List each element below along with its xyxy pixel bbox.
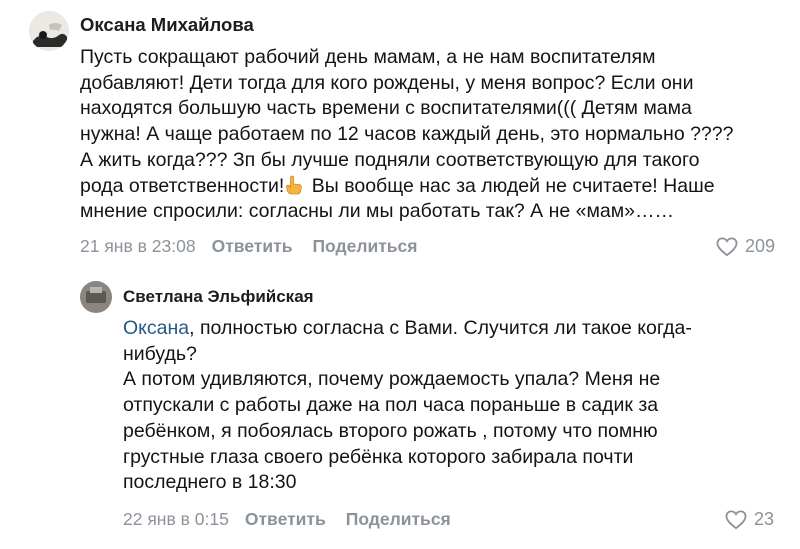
share-button[interactable]: Поделиться <box>312 236 417 257</box>
comment-text-line: нужна! А чаще работаем по 12 часов кажды… <box>80 123 734 146</box>
comment-date[interactable]: 21 янв в 23:08 <box>80 236 196 257</box>
comment-text-line: нибудь? <box>123 342 197 365</box>
comment-text-line: мнение спросили: согласны ли мы работать… <box>80 200 674 223</box>
heart-outline-icon <box>716 236 738 256</box>
like-count: 209 <box>744 236 775 256</box>
pointing-hand-icon <box>286 175 303 194</box>
comment-text: Оксана, полностью согласна с Вами. Случи… <box>123 316 743 496</box>
comment-text-line: грустные глаза своего ребёнка которого з… <box>123 445 634 468</box>
avatar-image <box>29 11 69 51</box>
comment-text-line: А потом удивляются, почему рождаемость у… <box>123 368 661 391</box>
like-button[interactable]: 209 <box>716 236 775 257</box>
share-button[interactable]: Поделиться <box>346 509 451 530</box>
reply-button[interactable]: Ответить <box>245 509 326 530</box>
comment-meta: 21 янв в 23:08 Ответить Поделиться <box>80 236 438 257</box>
comment-text-line: добавляют! Дети тогда для кого рождены, … <box>80 71 694 94</box>
like-button[interactable]: 23 <box>725 509 774 530</box>
like-count: 23 <box>753 509 774 529</box>
comment-text-fragment: , полностью согласна с Вами. Случится ли… <box>189 317 692 339</box>
reply-comment: Светлана Эльфийская Оксана, полностью со… <box>80 278 800 549</box>
comment-date[interactable]: 22 янв в 0:15 <box>123 509 229 530</box>
comment-text-line: рода ответственности! Вы вообще нас за л… <box>80 174 780 200</box>
reply-button[interactable]: Ответить <box>212 236 293 257</box>
comment-text-fragment: Вы вообще нас за людей не считаете! Наше <box>311 174 715 197</box>
comment-text-line: А жить когда??? Зп бы лучше подняли соот… <box>80 148 700 171</box>
comment-text-line: последнего в 18:30 <box>123 471 297 494</box>
comment-text-line: отпускали с работы даже на пол часа пора… <box>123 394 659 417</box>
comment: Оксана Михайлова Пусть сокращают рабочий… <box>0 0 800 270</box>
comment-meta: 22 янв в 0:15 Ответить Поделиться <box>123 509 471 530</box>
comment-author[interactable]: Светлана Эльфийская <box>123 287 314 307</box>
comment-text-fragment: рода ответственности! <box>80 174 285 197</box>
comment-text-line: Пусть сокращают рабочий день мамам, а не… <box>80 46 656 68</box>
heart-outline-icon <box>725 509 747 529</box>
comment-text-line: ребёнком, я побоялась второго рожать , п… <box>123 419 658 442</box>
comment-text: Пусть сокращают рабочий день мамам, а не… <box>80 45 780 225</box>
comment-author[interactable]: Оксана Михайлова <box>80 14 254 36</box>
avatar[interactable] <box>80 281 112 313</box>
avatar[interactable] <box>29 11 69 51</box>
comment-text-line: находятся большую часть времени с воспит… <box>80 97 692 120</box>
mention-link[interactable]: Оксана <box>123 317 189 339</box>
comment-text-line: Оксана, полностью согласна с Вами. Случи… <box>123 316 743 342</box>
avatar-image <box>80 281 112 313</box>
